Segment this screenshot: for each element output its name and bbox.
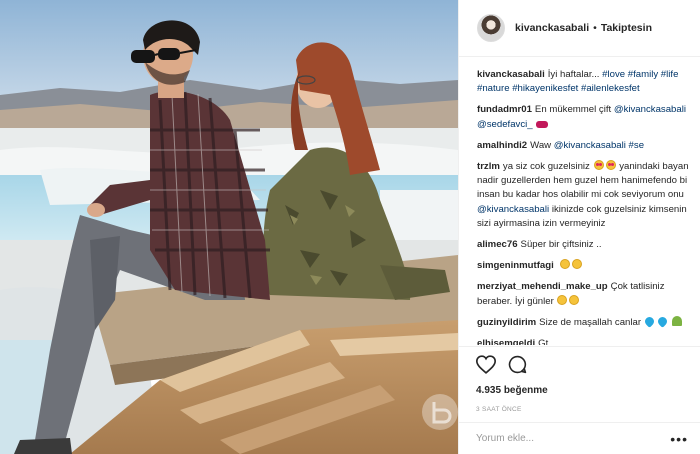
comment-user[interactable]: simgeninmutfagi [477,260,554,271]
comment-text: Gt [538,338,549,345]
action-icons [475,355,682,379]
likes-number: 4.935 [476,385,502,396]
comment-text: Süper bir çiftsiniz .. [520,239,602,251]
list-item: trzlm ya siz cok guzelsiniz yanindaki bay… [477,160,691,231]
avatar[interactable] [477,14,505,42]
comment-user[interactable]: merziyat_mehendi_make_up [477,281,608,292]
blue-heart-emoji-icon [642,314,656,328]
couple-travertine-photo [0,0,458,454]
post-photo[interactable] [0,0,458,454]
comment-text: ya siz cok guzelsiniz [502,161,590,173]
comment-input[interactable] [476,433,671,444]
comment-user[interactable]: amalhindi2 [477,140,527,151]
post-username[interactable]: kivanckasabali [515,22,589,34]
blue-heart-emoji-icon [656,314,670,328]
heart-eyes-emoji-icon [605,160,616,171]
heart-emoji-icon [536,120,549,128]
follow-status-button[interactable]: Takiptesin [601,22,652,34]
post-timestamp: 3 SAAT ÖNCE [476,406,522,413]
list-item: guzinyildirim Size de maşallah canlar [477,314,691,330]
comment-text: En mükemmel çift [534,104,612,116]
smile-emoji-icon [560,259,571,270]
comment-mention[interactable]: @kivanckasabali [477,204,549,215]
post-actions: 4.935 beğenme 3 SAAT ÖNCE [458,346,700,413]
smile-emoji-icon [572,259,583,270]
comment-mentions[interactable]: @kivanckasabali #se [554,140,644,151]
plant-emoji-icon [672,315,683,326]
heart-eyes-emoji-icon [593,160,604,171]
comment-bubble-icon[interactable] [508,355,527,379]
likes-count[interactable]: 4.935 beğenme [476,385,682,396]
add-comment-bar: ••• [458,422,700,454]
caption-text: İyi haftalar... [547,69,600,80]
comment-user[interactable]: trzlm [477,161,500,172]
smile-emoji-icon [569,294,580,305]
caption-user[interactable]: kivanckasabali [477,69,545,80]
comments-list[interactable]: kivanckasabali İyi haftalar... #love #fam… [477,68,691,345]
list-item: elhisemgeldi Gt [477,337,691,345]
caption: kivanckasabali İyi haftalar... #love #fam… [477,68,691,96]
list-item: simgeninmutfagi [477,259,691,273]
comment-text: Waw [530,139,552,151]
comment-user[interactable]: fundadmr01 [477,104,532,115]
more-options-icon[interactable]: ••• [670,432,688,446]
heart-outline-icon[interactable] [475,355,497,379]
smile-emoji-icon [557,294,568,305]
post-header: kivanckasabali • Takiptesin [459,0,700,57]
comment-text: Size de maşallah canlar [539,316,642,328]
likes-label: beğenme [503,385,548,396]
comment-user[interactable]: guzinyildirim [477,317,536,328]
list-item: merziyat_mehendi_make_up Çok tatlisiniz b… [477,280,691,308]
comment-user[interactable]: elhisemgeldi [477,338,535,345]
separator-dot: • [593,22,597,34]
comment-user[interactable]: alimec76 [477,239,518,250]
list-item: alimec76 Süper bir çiftsiniz .. [477,238,691,252]
list-item: fundadmr01 En mükemmel çift @kivanckasaba… [477,103,691,131]
list-item: amalhindi2 Waw @kivanckasabali #se [477,139,691,153]
